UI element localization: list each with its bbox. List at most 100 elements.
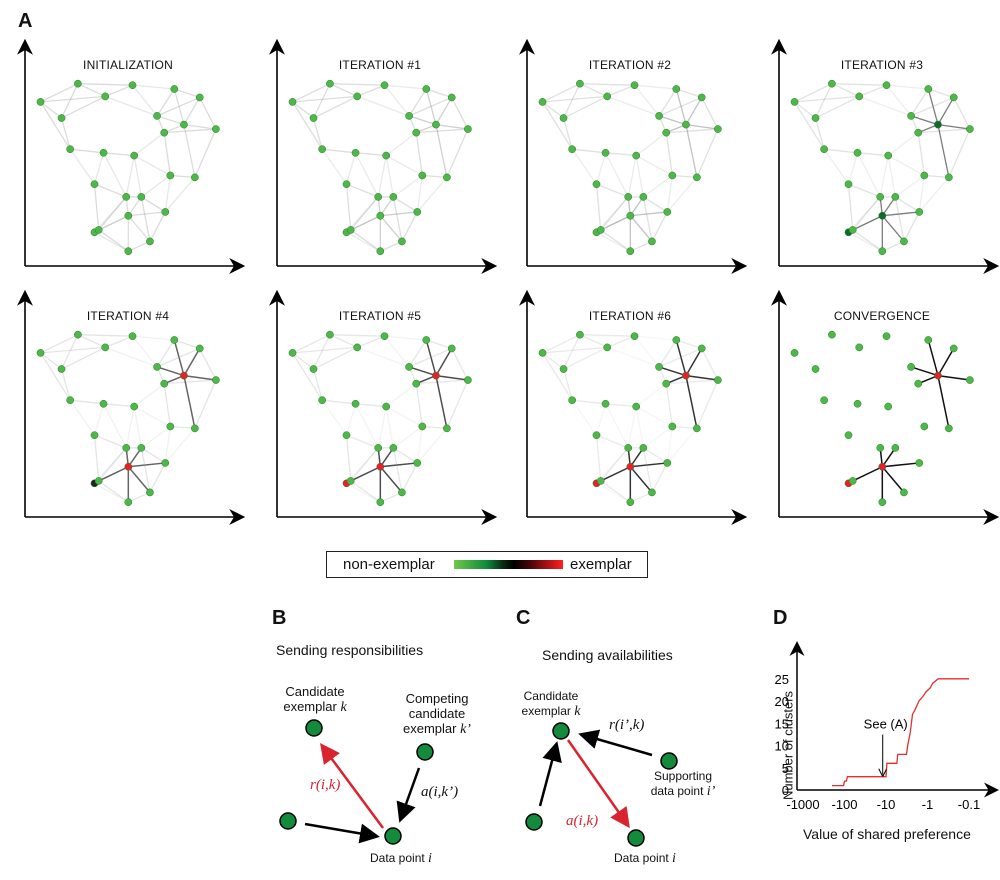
message-edge xyxy=(345,184,352,231)
message-edge xyxy=(451,97,469,130)
data-point-node xyxy=(663,208,672,216)
message-edge xyxy=(887,155,896,197)
message-edge xyxy=(322,399,356,405)
message-edge xyxy=(40,101,62,119)
data-point-node xyxy=(576,330,584,339)
message-edge xyxy=(887,132,919,157)
data-point-node xyxy=(137,193,146,201)
data-point-node xyxy=(697,344,706,353)
message-edge xyxy=(627,155,637,198)
message-edge xyxy=(852,229,883,252)
data-point-node xyxy=(346,226,355,234)
data-point-node xyxy=(90,180,99,189)
message-edge xyxy=(385,406,394,448)
message-edge xyxy=(446,379,469,429)
exemplar-node xyxy=(934,120,942,129)
panel-b-diagram xyxy=(279,719,434,845)
message-edge xyxy=(606,335,635,349)
data-point-node xyxy=(124,498,133,507)
message-edge xyxy=(140,196,151,242)
data-point-node xyxy=(122,444,131,452)
data-point-node xyxy=(309,365,318,373)
panel-d-chart: 0 5 10 15 20 25 -1000 -100 -10 -1 -0.1 See (A) Numb… xyxy=(760,600,1000,875)
message-edge xyxy=(183,124,196,178)
message-edge xyxy=(183,123,216,130)
other-responsibility-arrow xyxy=(538,741,562,807)
exemplar-node xyxy=(432,371,440,380)
availability-arrow-black xyxy=(396,767,421,823)
message-edge xyxy=(856,152,881,198)
data-point-node xyxy=(309,114,318,122)
message-edge xyxy=(910,115,939,126)
data-point-node xyxy=(672,85,681,93)
data-point-node xyxy=(945,173,953,182)
graph-panel-2: ITERATION #2 xyxy=(510,36,750,281)
data-point-node xyxy=(422,336,431,344)
message-edge xyxy=(125,155,135,198)
chart-x-tick-label: -100 xyxy=(831,797,857,812)
data-point-node xyxy=(632,151,641,160)
message-edge xyxy=(128,462,166,468)
message-edge xyxy=(848,231,883,252)
data-point-node xyxy=(195,93,204,102)
data-point-node xyxy=(790,98,799,106)
data-point-node xyxy=(672,336,681,344)
message-edge xyxy=(887,154,925,177)
data-point-node xyxy=(94,477,103,485)
graph-panel-3: ITERATION #3 xyxy=(762,36,1000,281)
message-edge xyxy=(579,334,608,348)
data-point-node xyxy=(170,85,179,93)
message-edge xyxy=(600,229,631,252)
message-edge xyxy=(937,124,950,178)
data-point-node xyxy=(559,114,568,122)
data-point-node xyxy=(668,422,677,431)
message-edge xyxy=(852,196,881,231)
data-point-node xyxy=(464,125,472,133)
message-edge xyxy=(194,128,217,178)
data-point-node xyxy=(844,431,853,440)
message-edge xyxy=(642,425,673,449)
data-point-node xyxy=(592,180,601,189)
exemplar-node xyxy=(682,120,690,129)
data-point-node xyxy=(655,363,663,371)
message-edge xyxy=(928,88,954,99)
exemplar-node xyxy=(180,120,188,129)
message-r-i-k: r(i,k) xyxy=(310,777,341,793)
supporting-data-point-node xyxy=(660,752,678,770)
message-edge xyxy=(600,196,629,231)
message-edge xyxy=(350,480,381,503)
data-point-node xyxy=(122,193,131,201)
message-edge xyxy=(350,229,381,252)
data-point-node xyxy=(648,488,656,497)
data-point-node xyxy=(624,444,633,452)
message-edge xyxy=(384,84,427,90)
data-point-node xyxy=(915,459,924,467)
graph-canvas xyxy=(17,289,246,525)
graph-panel-title: ITERATION #3 xyxy=(840,58,924,72)
data-point-node xyxy=(891,444,900,452)
data-point-node xyxy=(855,92,864,101)
message-edge xyxy=(903,211,920,242)
data-point-node xyxy=(412,379,421,388)
data-point-node xyxy=(900,488,908,497)
data-point-node xyxy=(36,349,45,357)
data-point-node xyxy=(949,344,958,353)
data-point-node xyxy=(848,226,857,234)
message-edge xyxy=(60,117,71,150)
message-edge xyxy=(415,383,423,427)
message-edge xyxy=(329,334,358,348)
message-edge xyxy=(350,196,379,231)
message-edge xyxy=(937,348,955,376)
message-edge xyxy=(595,184,602,231)
message-edge xyxy=(345,435,352,482)
data-point-node xyxy=(632,402,641,411)
message-edge xyxy=(312,117,323,150)
message-edge xyxy=(133,406,142,448)
message-edge xyxy=(600,447,629,482)
message-edge xyxy=(149,211,166,242)
message-edge xyxy=(125,406,135,449)
data-point-node xyxy=(130,402,139,411)
graph-canvas xyxy=(519,289,748,525)
data-point-node xyxy=(639,444,648,452)
data-point-node xyxy=(195,344,204,353)
